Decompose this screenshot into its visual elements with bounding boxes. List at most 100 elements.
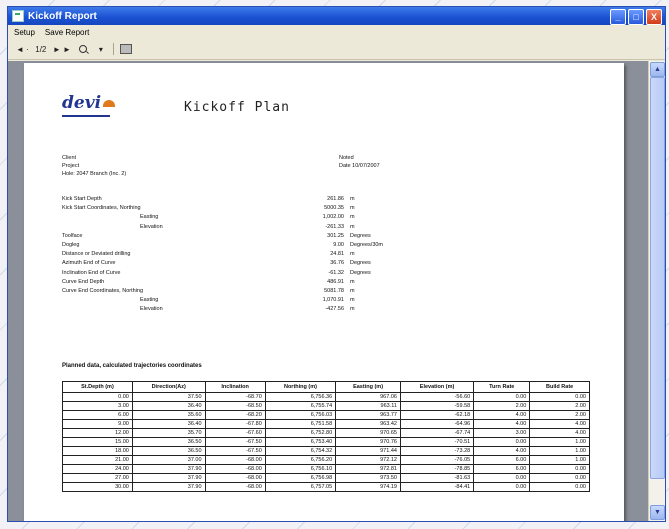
param-unit: m bbox=[350, 223, 355, 230]
table-row: 21.00 37.00 -68.00 6,756.20 972.12 -76.05 6.00… bbox=[62, 455, 590, 465]
table-cell: 0.00 bbox=[473, 392, 531, 402]
table-row: 18.00 36.50 -67.50 6,754.32 971.44 -73.28 4.00… bbox=[62, 446, 590, 456]
menu-setup[interactable]: Setup bbox=[12, 28, 37, 37]
table-cell: 6.00 bbox=[62, 410, 133, 420]
table-cell: 6,753.40 bbox=[264, 437, 337, 447]
param-value: 9.00 bbox=[333, 242, 344, 248]
zoom-dropdown[interactable]: ▾ bbox=[95, 42, 107, 56]
zoom-button[interactable] bbox=[77, 42, 89, 56]
table-cell: -64.96 bbox=[399, 419, 475, 429]
scroll-down-arrow[interactable]: ▼ bbox=[650, 505, 665, 520]
table-cell: 974.19 bbox=[335, 482, 401, 492]
table-cell: 24.00 bbox=[62, 464, 133, 474]
table-header-row: St.Depth (m) Direction(Az) Inclination Nort… bbox=[62, 381, 590, 393]
param-unit: Degrees/30m bbox=[350, 242, 384, 248]
param-value: 24.81 bbox=[330, 251, 344, 258]
table-cell: 0.00 bbox=[529, 464, 590, 474]
table-cell: -68.20 bbox=[204, 410, 266, 420]
table-cell: 0.00 bbox=[473, 473, 531, 483]
param-value: 1,070.91 bbox=[322, 297, 344, 304]
table-cell: 27.00 bbox=[62, 473, 133, 483]
window-title: Kickoff Report bbox=[28, 10, 97, 22]
maximize-button[interactable]: □ bbox=[628, 9, 644, 25]
table-cell: -68.70 bbox=[204, 392, 266, 402]
table-cell: 4.00 bbox=[473, 419, 531, 429]
scroll-up-arrow[interactable]: ▲ bbox=[650, 62, 665, 77]
param-label: Inclination End of Curve bbox=[62, 269, 121, 276]
table-cell: -56.60 bbox=[399, 392, 475, 402]
param-value: 1,002.00 bbox=[322, 214, 344, 221]
close-button[interactable]: X bbox=[646, 9, 662, 25]
table-cell: -67.50 bbox=[204, 446, 266, 456]
param-value: -61.32 bbox=[328, 269, 344, 276]
table-cell: -68.00 bbox=[204, 473, 266, 483]
param-unit: Degrees bbox=[350, 269, 371, 276]
vertical-scrollbar[interactable]: ▲ ▼ bbox=[648, 61, 665, 521]
table-cell: 37.90 bbox=[131, 473, 206, 483]
menu-save-report[interactable]: Save Report bbox=[43, 28, 91, 37]
table-cell: -67.80 bbox=[204, 419, 266, 429]
table-cell: 6,752.80 bbox=[264, 428, 337, 438]
client-label: Client bbox=[62, 155, 77, 161]
table-cell: 4.00 bbox=[473, 446, 531, 456]
notes-label: Noted bbox=[339, 155, 354, 161]
param-label: Kick Start Coordinates, Northing bbox=[62, 205, 141, 212]
table-cell: -68.00 bbox=[204, 455, 266, 465]
print-button[interactable] bbox=[119, 42, 132, 56]
minimize-button[interactable]: _ bbox=[610, 9, 626, 25]
param-label: Kick Start Depth bbox=[62, 196, 102, 202]
print-icon bbox=[119, 44, 132, 54]
param-value: 486.91 bbox=[327, 278, 344, 285]
scroll-thumb[interactable] bbox=[650, 77, 665, 479]
table-cell: -84.41 bbox=[399, 482, 475, 492]
param-value: 261.86 bbox=[327, 196, 344, 202]
prev-page-button[interactable]: ◄ · bbox=[16, 42, 29, 56]
hole-label: Hole: 2047 Branch (Inc. 2) bbox=[62, 171, 127, 177]
preview-area: devi Kickoff Plan Client Project Hole: 2… bbox=[8, 61, 665, 521]
table-cell: 963.11 bbox=[335, 401, 401, 411]
table-row: 6.00 35.60 -68.20 6,756.03 963.77 -62.18 4.00 2… bbox=[62, 410, 590, 420]
table-cell: 6,754.32 bbox=[264, 446, 337, 456]
table-cell: 970.65 bbox=[335, 428, 401, 438]
table-cell: 967.06 bbox=[335, 392, 401, 402]
table-cell: 2.00 bbox=[529, 410, 590, 420]
next-page-button[interactable]: ► ► bbox=[53, 42, 71, 56]
table-row: 9.00 36.40 -67.80 6,751.58 963.42 -64.96 4.00 4… bbox=[62, 419, 590, 429]
table-cell: 4.00 bbox=[529, 419, 590, 429]
table-cell: 970.76 bbox=[335, 437, 401, 447]
param-unit: m bbox=[350, 306, 355, 313]
table-cell: 0.00 bbox=[62, 392, 133, 402]
param-value: 5081.78 bbox=[324, 288, 344, 294]
param-label: Curve End Depth bbox=[62, 278, 105, 285]
param-unit: m bbox=[350, 214, 355, 221]
table-cell: 6,756.36 bbox=[264, 392, 337, 402]
table-row: 30.00 37.90 -68.00 6,757.05 974.19 -84.41 0.00… bbox=[62, 482, 590, 492]
table-cell: 3.00 bbox=[62, 401, 133, 411]
column-header: St.Depth (m) bbox=[62, 381, 133, 393]
table-cell: 2.00 bbox=[529, 401, 590, 411]
table-cell: 0.00 bbox=[529, 392, 590, 402]
title-bar[interactable]: Kickoff Report _ □ X bbox=[8, 7, 665, 25]
table-cell: 21.00 bbox=[62, 455, 133, 465]
param-value: -261.33 bbox=[325, 223, 344, 230]
param-unit: Degrees bbox=[350, 232, 371, 239]
table-cell: 1.00 bbox=[529, 455, 590, 465]
param-label: Azimuth End of Curve bbox=[62, 260, 116, 267]
table-cell: 971.44 bbox=[335, 446, 401, 456]
table-cell: 6,756.98 bbox=[264, 473, 337, 483]
param-unit: Degrees bbox=[350, 260, 371, 267]
table-cell: 6,756.10 bbox=[264, 464, 337, 474]
table-row: 0.00 37.50 -68.70 6,756.36 967.06 -56.60 0.00 0… bbox=[62, 392, 590, 402]
param-value: 5000.35 bbox=[324, 205, 344, 212]
table-cell: 30.00 bbox=[62, 482, 133, 492]
table-cell: 0.00 bbox=[529, 482, 590, 492]
param-value: -427.56 bbox=[325, 306, 344, 313]
menu-bar: Setup Save Report bbox=[8, 25, 665, 39]
column-header: Turn Rate bbox=[473, 381, 531, 393]
param-value: 36.76 bbox=[330, 260, 344, 267]
table-cell: -62.18 bbox=[399, 410, 475, 420]
param-unit: m bbox=[350, 205, 355, 212]
param-unit: m bbox=[350, 278, 355, 285]
table-cell: 37.90 bbox=[131, 482, 206, 492]
table-cell: 973.50 bbox=[335, 473, 401, 483]
